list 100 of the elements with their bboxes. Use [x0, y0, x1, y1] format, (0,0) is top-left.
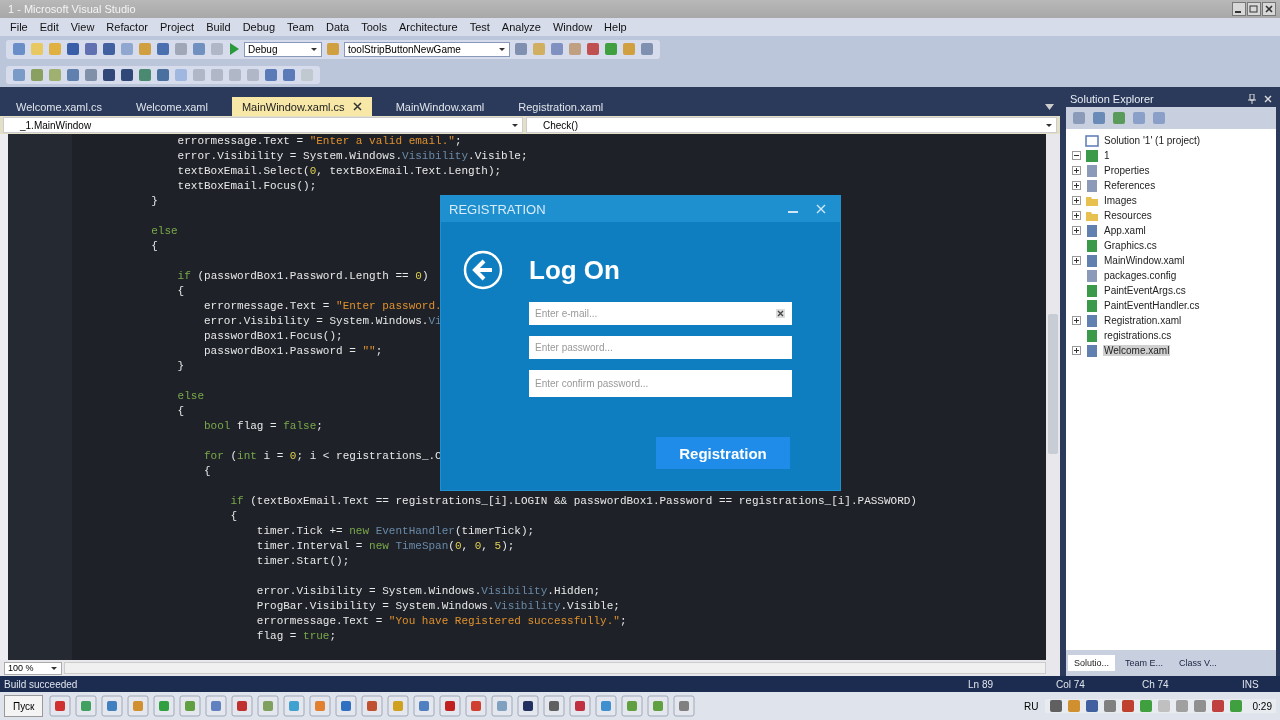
toolbar-icon[interactable] [264, 68, 278, 82]
panel-tab[interactable]: Solutio... [1068, 655, 1116, 671]
taskbar-icon[interactable] [517, 695, 540, 717]
pin-icon[interactable] [1248, 94, 1256, 104]
expander-icon[interactable] [1072, 151, 1081, 160]
tray-icon[interactable] [1174, 699, 1189, 713]
toolbar-icon[interactable] [66, 42, 80, 56]
toolbar-icon[interactable] [586, 42, 600, 56]
tray-icon[interactable] [1102, 699, 1117, 713]
tree-item[interactable]: registrations.cs [1103, 330, 1173, 341]
close-icon[interactable] [352, 102, 362, 111]
tray-icon[interactable] [1228, 699, 1243, 713]
taskbar-icon[interactable] [439, 695, 462, 717]
menu-item[interactable]: View [64, 21, 101, 33]
menu-item[interactable]: Architecture [392, 21, 464, 33]
menu-item[interactable]: File [4, 21, 34, 33]
member-dropdown[interactable]: Check() [526, 117, 1057, 133]
menu-item[interactable]: Window [546, 21, 599, 33]
toolbar-icon[interactable] [120, 68, 134, 82]
file-icon [1085, 268, 1099, 283]
menu-item[interactable]: Data [320, 21, 356, 33]
menu-item[interactable]: Help [598, 21, 633, 33]
toolbar-icon[interactable] [138, 68, 152, 82]
tree-item[interactable]: Registration.xaml [1103, 315, 1183, 326]
target-dropdown[interactable]: toolStripButtonNewGame [344, 41, 510, 57]
tree-item[interactable]: packages.config [1103, 270, 1178, 281]
tree-item[interactable]: Images [1103, 195, 1138, 206]
menu-item[interactable]: Tools [355, 21, 393, 33]
menu-item[interactable]: Project [153, 21, 201, 33]
tray-icon[interactable] [1120, 699, 1135, 713]
toolbar-icon[interactable] [156, 42, 170, 56]
language-indicator[interactable]: RU [1024, 700, 1039, 712]
file-icon [1085, 313, 1099, 328]
document-tab[interactable]: Registration.xaml [508, 97, 614, 116]
tree-item[interactable]: References [1103, 180, 1157, 191]
input-field[interactable]: Enter e-mail... [529, 302, 792, 325]
tree-item[interactable]: Solution '1' (1 project) [1103, 135, 1202, 146]
minimize-icon[interactable] [1232, 2, 1246, 16]
tree-item[interactable]: App.xaml [1103, 225, 1147, 236]
tree-item[interactable]: Properties [1103, 165, 1151, 176]
tray-icon[interactable] [1066, 699, 1081, 713]
expander-icon[interactable] [1072, 211, 1081, 220]
toolbar-icon[interactable] [156, 68, 170, 82]
toolbar-icon[interactable] [102, 42, 116, 56]
panel-tab[interactable]: Class V... [1173, 655, 1223, 671]
taskbar-icon[interactable] [543, 695, 566, 717]
panel-tab[interactable]: Team E... [1119, 655, 1170, 671]
menu-item[interactable]: Test [463, 21, 496, 33]
code-line: textBoxEmail.Focus(); [176, 180, 317, 192]
taskbar-icon[interactable] [569, 695, 592, 717]
tree-item[interactable]: MainWindow.xaml [1103, 255, 1186, 266]
tray-icon[interactable] [1048, 699, 1063, 713]
tray-icon[interactable] [1084, 699, 1099, 713]
toolbar-icon[interactable] [66, 68, 80, 82]
expander-icon[interactable] [1072, 166, 1081, 175]
tree-item[interactable]: 1 [1103, 150, 1111, 161]
expander-icon[interactable] [1072, 181, 1081, 190]
toolbar-icon[interactable] [102, 68, 116, 82]
horizontal-scrollbar[interactable] [64, 662, 1046, 674]
type-dropdown[interactable]: _1.MainWindow [3, 117, 523, 133]
tree-item[interactable]: Graphics.cs [1103, 240, 1158, 251]
clear-icon[interactable] [776, 309, 785, 318]
input-field[interactable]: Enter confirm password... [529, 370, 792, 397]
expander-icon[interactable] [1072, 346, 1081, 355]
expander-icon[interactable] [1072, 256, 1081, 265]
document-tab[interactable]: MainWindow.xaml [385, 97, 495, 116]
close-icon[interactable] [1262, 2, 1276, 16]
document-tab[interactable]: Welcome.xaml [126, 97, 218, 116]
play-icon[interactable] [228, 42, 240, 56]
registration-button[interactable]: Registration [656, 437, 790, 469]
tree-item[interactable]: PaintEventArgs.cs [1103, 285, 1187, 296]
vertical-scrollbar[interactable] [1046, 134, 1060, 660]
tray-icon[interactable] [1210, 699, 1225, 713]
start-button[interactable]: Пуск [4, 695, 44, 717]
menu-item[interactable]: Team [281, 21, 320, 33]
document-tab[interactable]: Welcome.xaml.cs [6, 97, 112, 116]
expander-icon[interactable] [1072, 196, 1081, 205]
menu-item[interactable]: Edit [33, 21, 65, 33]
toolbar-icon[interactable] [84, 42, 98, 56]
menu-item[interactable]: Refactor [100, 21, 154, 33]
tree-item[interactable]: Welcome.xaml [1103, 345, 1171, 356]
dropdown-icon[interactable] [1045, 104, 1054, 110]
document-tab[interactable]: MainWindow.xaml.cs [231, 97, 372, 116]
menu-item[interactable]: Debug [236, 21, 282, 33]
toolbar-icon[interactable] [282, 68, 296, 82]
code-line: { [150, 240, 158, 252]
expander-icon[interactable] [1072, 316, 1081, 325]
taskbar-icon[interactable] [231, 695, 254, 717]
code-line: timer.Interval = new TimeSpan(0, 0, 5); [255, 540, 515, 552]
tree-item[interactable]: PaintEventHandler.cs [1103, 300, 1201, 311]
menu-item[interactable]: Analyze [495, 21, 547, 33]
status-message: Build succeeded [4, 678, 78, 690]
zoom-dropdown[interactable]: 100 % [4, 661, 62, 675]
configuration-dropdown[interactable]: Debug [244, 41, 322, 57]
menu-item[interactable]: Build [200, 21, 237, 33]
tray-icon[interactable] [1192, 699, 1207, 713]
expander-icon[interactable] [1072, 226, 1081, 235]
tray-icon[interactable] [1138, 699, 1153, 713]
tree-item[interactable]: Resources [1103, 210, 1153, 221]
input-field[interactable]: Enter password... [529, 336, 792, 359]
